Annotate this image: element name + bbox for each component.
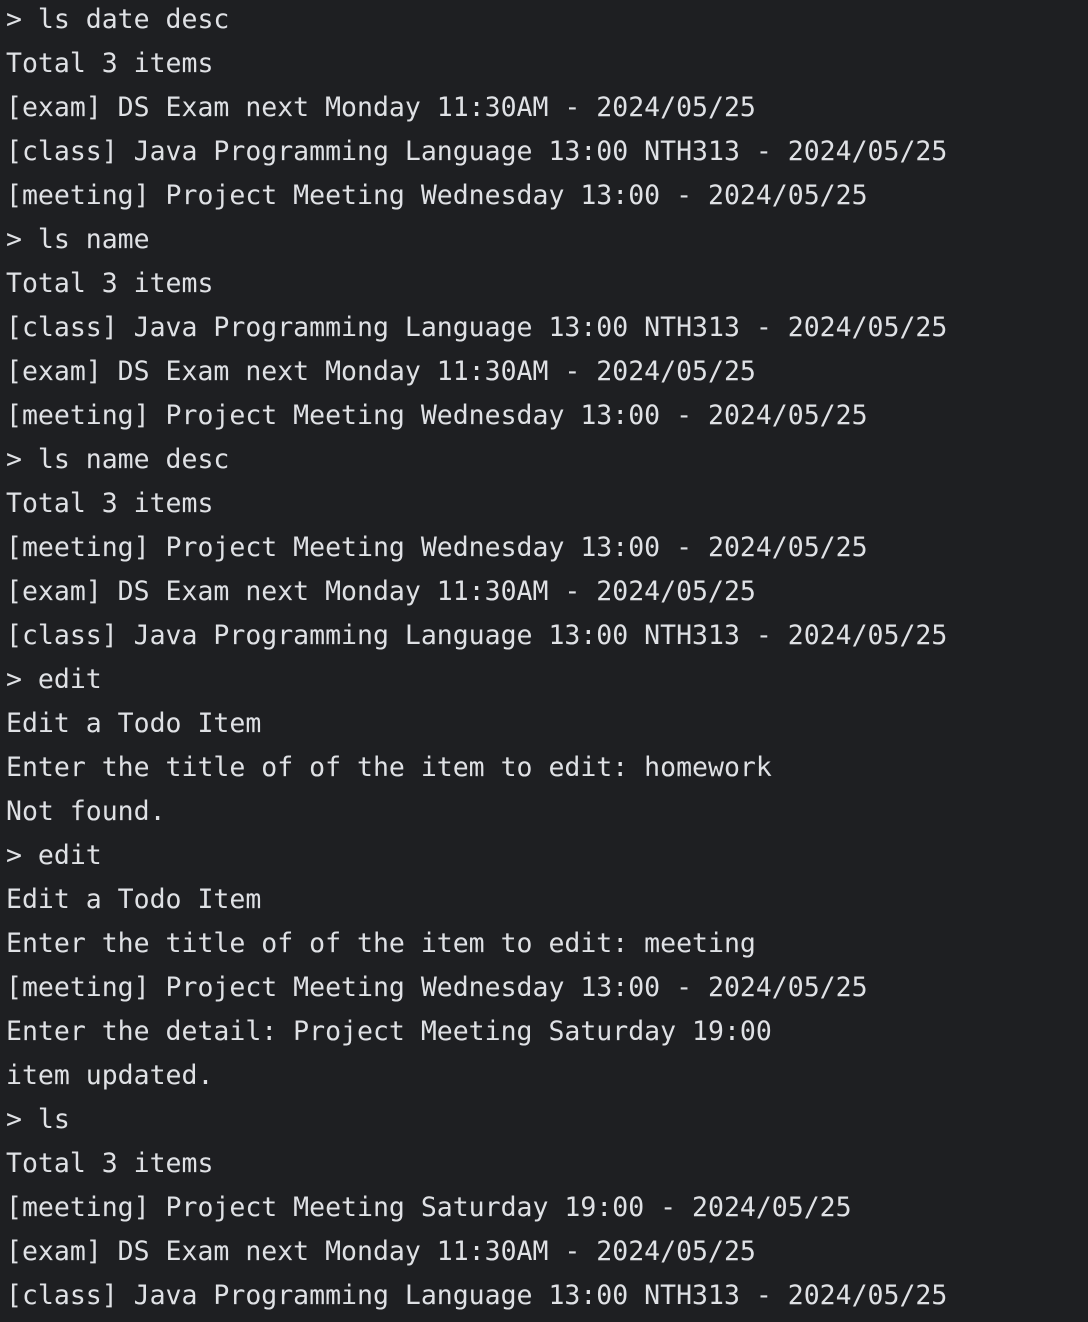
terminal-line-output: Edit a Todo Item (6, 884, 262, 915)
terminal-line-output: Total 3 items (6, 1148, 214, 1179)
terminal-line-output: [exam] DS Exam next Monday 11:30AM - 202… (6, 1236, 756, 1267)
terminal-output[interactable]: > ls date desc Total 3 items [exam] DS E… (0, 0, 1088, 1322)
terminal-line-output: Total 3 items (6, 268, 214, 299)
terminal-line-output: [exam] DS Exam next Monday 11:30AM - 202… (6, 576, 756, 607)
terminal-line-output: item updated. (6, 1060, 214, 1091)
terminal-line-prompt: Enter the detail: Project Meeting Saturd… (6, 1016, 772, 1047)
terminal-line-output: Total 3 items (6, 48, 214, 79)
terminal-line-output: [exam] DS Exam next Monday 11:30AM - 202… (6, 92, 756, 123)
terminal-line-output: Edit a Todo Item (6, 708, 262, 739)
terminal-line-prompt: Enter the title of of the item to edit: … (6, 928, 756, 959)
terminal-line-command: > ls name (6, 224, 150, 255)
terminal-line-command: > ls date desc (6, 4, 230, 35)
terminal-line-output: Not found. (6, 796, 166, 827)
terminal-line-output: [meeting] Project Meeting Wednesday 13:0… (6, 180, 868, 211)
terminal-line-output: [class] Java Programming Language 13:00 … (6, 136, 948, 167)
terminal-line-prompt: Enter the title of of the item to edit: … (6, 752, 772, 783)
terminal-line-command: > edit (6, 840, 102, 871)
terminal-line-output: [meeting] Project Meeting Wednesday 13:0… (6, 532, 868, 563)
terminal-line-output: [class] Java Programming Language 13:00 … (6, 1280, 948, 1311)
terminal-line-output: [meeting] Project Meeting Wednesday 13:0… (6, 400, 868, 431)
terminal-line-command: > edit (6, 664, 102, 695)
terminal-line-command: > ls (6, 1104, 70, 1135)
terminal-line-command: > ls name desc (6, 444, 230, 475)
terminal-line-output: [class] Java Programming Language 13:00 … (6, 620, 948, 651)
terminal-line-output: [meeting] Project Meeting Saturday 19:00… (6, 1192, 852, 1223)
terminal-line-output: Total 3 items (6, 488, 214, 519)
terminal-line-output: [class] Java Programming Language 13:00 … (6, 312, 948, 343)
terminal-line-output: [exam] DS Exam next Monday 11:30AM - 202… (6, 356, 756, 387)
terminal-line-output: [meeting] Project Meeting Wednesday 13:0… (6, 972, 868, 1003)
